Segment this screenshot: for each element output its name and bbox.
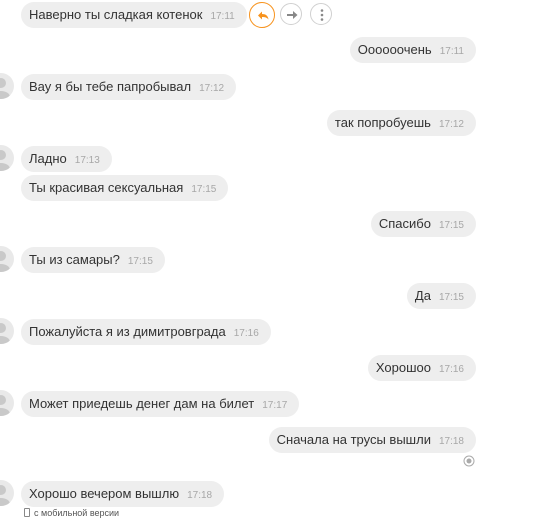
- more-vertical-icon: [320, 9, 324, 21]
- message-bubble[interactable]: Ты красивая сексуальная 17:15: [21, 175, 229, 201]
- message-bubble[interactable]: так попробуешь 17:12: [326, 110, 476, 136]
- message-time: 17:12: [199, 83, 225, 94]
- message-time: 17:13: [74, 155, 100, 166]
- message-time: 17:18: [438, 436, 464, 447]
- message-bubble[interactable]: Оооооочень 17:11: [349, 37, 476, 63]
- message-text: Может приедешь денег дам на билет: [29, 396, 255, 411]
- message-text: так попробуешь: [334, 115, 431, 130]
- message-text: Хорошоо: [375, 360, 431, 375]
- message-bubble[interactable]: Наверно ты сладкая котенок 17:11: [21, 2, 247, 28]
- message-time: 17:15: [438, 220, 464, 231]
- message-time: 17:15: [438, 292, 464, 303]
- message-bubble[interactable]: Вау я бы тебе папробывал 17:12: [21, 74, 237, 100]
- forward-button[interactable]: [280, 3, 302, 25]
- message-time: 17:18: [187, 490, 213, 501]
- message-time: 17:11: [210, 11, 235, 22]
- message-text: Оооооочень: [357, 42, 432, 57]
- message-bubble[interactable]: Ты из самары? 17:15: [21, 247, 165, 273]
- message-time: 17:12: [438, 119, 464, 130]
- message-text: Да: [414, 288, 431, 303]
- message-time: 17:16: [438, 364, 464, 375]
- message-text: Ты из самары?: [29, 252, 120, 267]
- message-text: Спасибо: [378, 216, 431, 231]
- read-status-icon: [463, 455, 475, 467]
- message-time: 17:15: [127, 256, 153, 267]
- reply-button[interactable]: [249, 2, 275, 28]
- message-text: Ладно: [29, 151, 67, 166]
- message-text: Сначала на трусы вышли: [276, 432, 431, 447]
- more-options-button[interactable]: [310, 3, 332, 25]
- message-bubble[interactable]: Да 17:15: [406, 283, 476, 309]
- message-bubble[interactable]: Спасибо 17:15: [370, 211, 476, 237]
- message-text: Наверно ты сладкая котенок: [29, 7, 203, 22]
- avatar[interactable]: [0, 246, 14, 272]
- message-bubble[interactable]: Хорошо вечером вышлю 17:18: [21, 481, 225, 507]
- message-bubble[interactable]: Может приедешь денег дам на билет 17:17: [21, 391, 300, 417]
- message-bubble[interactable]: Ладно 17:13: [21, 146, 112, 172]
- message-time: 17:11: [439, 46, 464, 57]
- message-bubble[interactable]: Сначала на трусы вышли 17:18: [268, 427, 476, 453]
- mobile-phone-icon: [24, 508, 30, 517]
- avatar[interactable]: [0, 73, 14, 99]
- avatar[interactable]: [0, 318, 14, 344]
- avatar[interactable]: [0, 480, 14, 506]
- forward-arrow-icon: [287, 11, 298, 19]
- message-text: Хорошо вечером вышлю: [29, 486, 180, 501]
- message-bubble[interactable]: Хорошоо 17:16: [367, 355, 476, 381]
- mobile-note-text: с мобильной версии: [34, 508, 120, 518]
- avatar[interactable]: [0, 390, 14, 416]
- message-bubble[interactable]: Пожалуйста я из димитровграда 17:16: [21, 319, 271, 345]
- reply-arrow-icon: [258, 11, 269, 20]
- message-time: 17:17: [262, 400, 288, 411]
- message-text: Ты красивая сексуальная: [29, 180, 184, 195]
- mobile-version-note: с мобильной версии: [24, 508, 119, 518]
- message-text: Пожалуйста я из димитровграда: [29, 324, 226, 339]
- message-time: 17:15: [191, 184, 217, 195]
- message-text: Вау я бы тебе папробывал: [29, 79, 192, 94]
- message-time: 17:16: [233, 328, 259, 339]
- avatar[interactable]: [0, 145, 14, 171]
